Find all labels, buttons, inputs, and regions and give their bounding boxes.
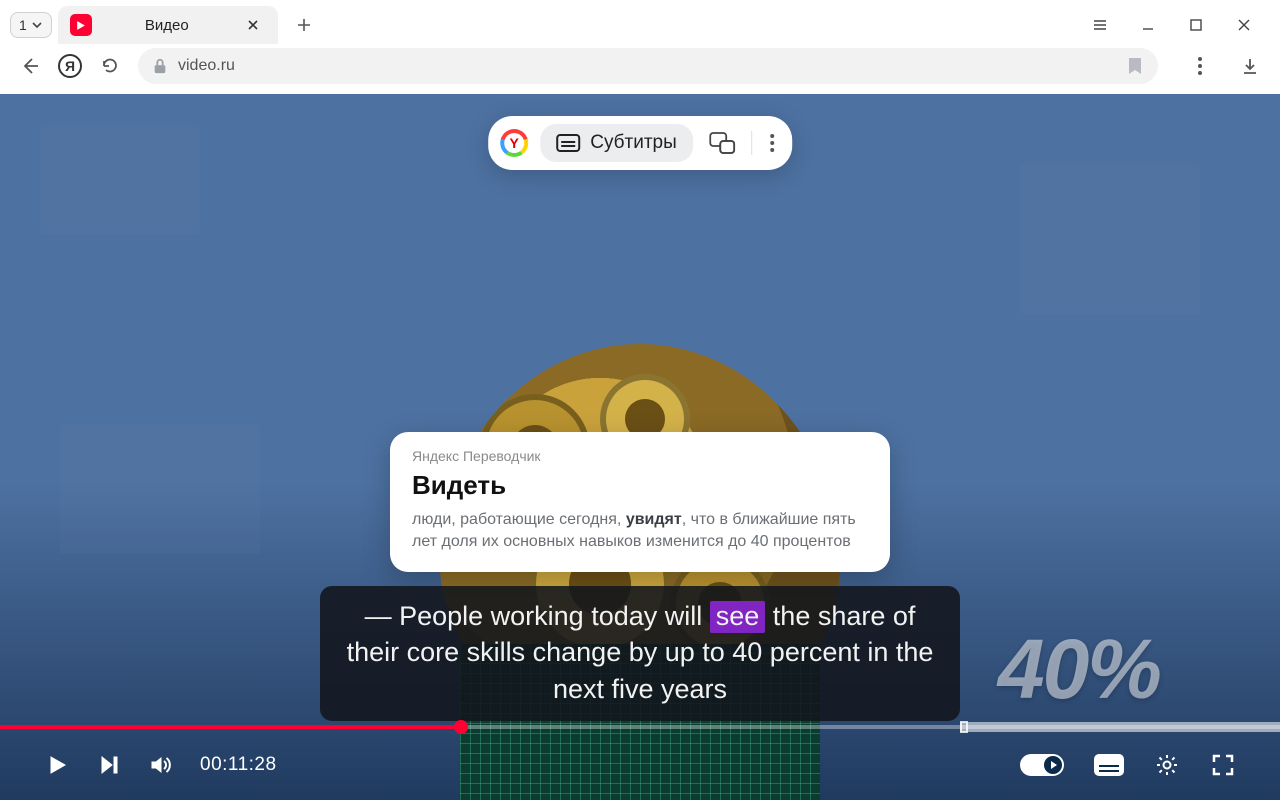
- download-icon: [1240, 56, 1260, 76]
- translator-sentence: люди, работающие сегодня, увидят, что в …: [412, 509, 868, 554]
- browser-tab[interactable]: Видео: [58, 6, 278, 44]
- subtitles-toggle-button[interactable]: Субтитры: [540, 124, 693, 162]
- subtitle-pre: — People working today will: [365, 601, 710, 631]
- video-overlay-toolbar: Y Субтитры: [488, 116, 792, 170]
- autoplay-knob-icon: [1044, 756, 1062, 774]
- tab-close-button[interactable]: [242, 14, 264, 36]
- lock-icon: [152, 58, 168, 74]
- video-controls: 00:11:28: [0, 730, 1280, 800]
- play-icon: [45, 753, 69, 777]
- translator-provider: Яндекс Переводчик: [412, 448, 868, 464]
- video-timecode: 00:11:28: [200, 754, 277, 776]
- next-icon: [97, 753, 121, 777]
- translator-sentence-bold: увидят: [626, 511, 682, 528]
- hamburger-icon: [1092, 17, 1108, 33]
- volume-icon: [149, 753, 173, 777]
- video-subtitle: — People working today will see the shar…: [320, 586, 960, 721]
- tab-title: Видео: [102, 17, 232, 34]
- progress-track: [0, 725, 1280, 729]
- tab-favicon-play-icon: [70, 14, 92, 36]
- fullscreen-button[interactable]: [1210, 752, 1236, 778]
- subtitles-icon: [556, 134, 580, 152]
- close-icon: [247, 19, 259, 31]
- progress-played: [0, 725, 461, 729]
- new-tab-button[interactable]: [290, 11, 318, 39]
- volume-button[interactable]: [148, 752, 174, 778]
- window-controls: [1090, 15, 1274, 35]
- captions-button[interactable]: [1094, 754, 1124, 776]
- gear-icon: [1155, 753, 1179, 777]
- pip-icon: [709, 132, 735, 154]
- video-viewport[interactable]: 40% Y Субтитры Яндекс Переводчик: [0, 94, 1280, 800]
- bookmark-icon[interactable]: [1126, 56, 1144, 76]
- arrow-left-icon: [20, 56, 40, 76]
- address-bar[interactable]: [138, 48, 1158, 84]
- divider: [751, 131, 752, 155]
- chevron-down-icon: [31, 19, 43, 31]
- downloads-button[interactable]: [1236, 52, 1264, 80]
- fullscreen-icon: [1211, 753, 1235, 777]
- url-input[interactable]: [178, 57, 1116, 75]
- reload-button[interactable]: [96, 52, 124, 80]
- minimize-icon: [1140, 17, 1156, 33]
- overlay-more-button[interactable]: [764, 134, 780, 152]
- window-menu-button[interactable]: [1090, 15, 1110, 35]
- window-maximize-button[interactable]: [1186, 15, 1206, 35]
- video-overlay-bignum: 40%: [998, 621, 1160, 718]
- translator-sentence-pre: люди, работающие сегодня,: [412, 511, 626, 528]
- tabs-count-pill[interactable]: 1: [10, 12, 52, 38]
- translator-tooltip: Яндекс Переводчик Видеть люди, работающи…: [390, 432, 890, 572]
- reload-icon: [100, 56, 120, 76]
- next-button[interactable]: [96, 752, 122, 778]
- autoplay-toggle[interactable]: [1020, 754, 1064, 776]
- translator-headword: Видеть: [412, 470, 868, 501]
- maximize-icon: [1188, 17, 1204, 33]
- tab-strip: 1 Видео: [0, 0, 1280, 46]
- browser-menu-button[interactable]: [1186, 52, 1214, 80]
- picture-in-picture-button[interactable]: [705, 129, 739, 157]
- kebab-icon: [1198, 57, 1202, 75]
- browser-toolbar: Я: [0, 46, 1280, 94]
- window-close-button[interactable]: [1234, 15, 1254, 35]
- settings-button[interactable]: [1154, 752, 1180, 778]
- window-minimize-button[interactable]: [1138, 15, 1158, 35]
- tabs-count-label: 1: [19, 17, 27, 33]
- play-button[interactable]: [44, 752, 70, 778]
- back-button[interactable]: [16, 52, 44, 80]
- close-icon: [1236, 17, 1252, 33]
- subtitle-highlighted-word[interactable]: see: [710, 601, 766, 633]
- plus-icon: [297, 18, 311, 32]
- yandex-logo-icon: Y: [500, 129, 528, 157]
- subtitles-label: Субтитры: [590, 132, 677, 154]
- yandex-home-button[interactable]: Я: [58, 54, 82, 78]
